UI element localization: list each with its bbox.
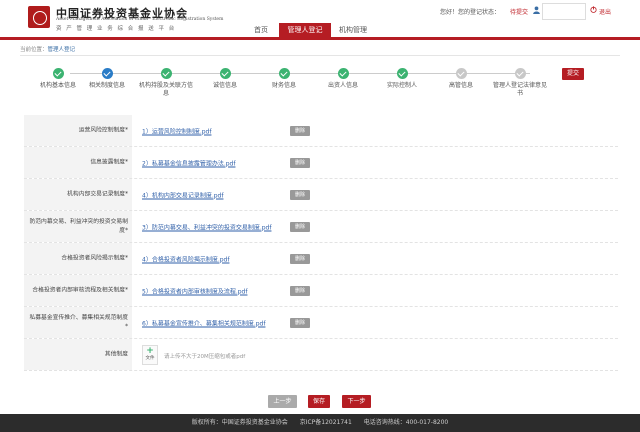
delete-button[interactable]: 删除 [290, 253, 310, 264]
save-button[interactable]: 保存 [308, 395, 330, 408]
check-icon [337, 68, 349, 79]
form-row: 运营风险控制制度* 1）运营风险控制制度.pdf 删除 [24, 115, 618, 147]
form-row: 防范内幕交易、利益冲突的投资交易制度* 3）防范内幕交易、利益冲突的投资交易制度… [24, 211, 618, 243]
site-header: 中国证券投资基金业协会 Asset Management Association… [0, 0, 640, 37]
delete-button[interactable]: 删除 [290, 221, 310, 232]
field-label: 运营风险控制制度* [78, 127, 128, 133]
progress-steps: 机构基本信息 相关制度信息 机构持股及关联方信息 诚信信息 财务信息 出资人信息… [30, 66, 590, 106]
form-row-other: 其他制度 + 文件 请上传不大于20M压缩包或者pdf [24, 339, 618, 371]
field-label: 信息披露制度* [90, 159, 128, 165]
field-label: 防范内幕交易、利益冲突的投资交易制度* [29, 218, 128, 234]
power-icon[interactable] [590, 6, 597, 13]
platform-subtitle: 资 产 管 理 业 务 综 合 报 送 平 台 [56, 26, 176, 32]
add-file-button[interactable]: + 文件 [142, 345, 158, 365]
step-label: 相关制度信息 [88, 82, 125, 89]
check-icon [101, 68, 113, 79]
delete-button[interactable]: 删除 [290, 125, 310, 136]
file-link[interactable]: 4）合格投资者风险揭示制度.pdf [142, 254, 229, 263]
field-label: 私募基金宣传推介、募集相关规范制度* [29, 314, 128, 330]
prev-step-button[interactable]: 上一步 [268, 395, 297, 408]
add-file-label: 文件 [145, 356, 155, 361]
form-row: 私募基金宣传推介、募集相关规范制度* 6）私募基金宣传推介、募集相关规范制度.p… [24, 307, 618, 339]
file-link[interactable]: 6）私募基金宣传推介、募集相关规范制度.pdf [142, 318, 265, 327]
upload-hint: 请上传不大于20M压缩包或者pdf [164, 354, 246, 360]
check-icon [455, 68, 467, 79]
user-icon [533, 6, 540, 14]
registration-status-value: 待提交 [510, 9, 529, 16]
breadcrumb-prefix: 当前位置： [20, 47, 48, 53]
file-link[interactable]: 1）运营风险控制制度.pdf [142, 126, 211, 135]
nav-institution-management[interactable]: 机构管理 [332, 23, 374, 37]
form-row: 合格投资者内部审核流程及相关制度* 5）合格投资者内部审核制度及流程.pdf 删… [24, 275, 618, 307]
check-icon [278, 68, 290, 79]
file-link[interactable]: 5）合格投资者内部审核制度及流程.pdf [142, 286, 247, 295]
step-shareholding[interactable]: 机构持股及关联方信息 [138, 66, 194, 98]
username-box [542, 3, 586, 20]
step-label: 管理人登记法律意见书 [492, 82, 547, 97]
step-legal-opinion[interactable]: 管理人登记法律意见书 [492, 66, 548, 98]
form-row: 信息披露制度* 2）私募基金信息披露管理办法.pdf 删除 [24, 147, 618, 179]
submit-button[interactable]: 提交 [562, 68, 584, 80]
nav-home[interactable]: 首页 [244, 23, 278, 37]
delete-button[interactable]: 删除 [290, 157, 310, 168]
form-row: 机构内部交易记录制度* 4）机构内部交易记录制度.pdf 删除 [24, 179, 618, 211]
step-label: 高管信息 [448, 82, 473, 89]
step-label: 机构持股及关联方信息 [138, 82, 193, 97]
policy-upload-form: 运营风险控制制度* 1）运营风险控制制度.pdf 删除 信息披露制度* 2）私募… [24, 115, 618, 371]
step-controller[interactable]: 实际控制人 [374, 66, 430, 90]
breadcrumb: 当前位置：管理人登记 [20, 45, 620, 56]
step-basic-info[interactable]: 机构基本信息 [30, 66, 86, 90]
registration-status-label: 您好！您的登记状态： [440, 9, 501, 16]
step-investors[interactable]: 出资人信息 [315, 66, 371, 90]
next-step-button[interactable]: 下一步 [342, 395, 371, 408]
association-logo-icon [28, 6, 50, 28]
footer-hotline: 电话咨询热线：400-017-8200 [363, 419, 449, 426]
delete-button[interactable]: 删除 [290, 189, 310, 200]
field-label: 机构内部交易记录制度* [67, 191, 128, 197]
field-label: 其他制度 [104, 351, 128, 357]
check-icon [160, 68, 172, 79]
delete-button[interactable]: 删除 [290, 317, 310, 328]
step-integrity[interactable]: 诚信信息 [197, 66, 253, 90]
check-icon [514, 68, 526, 79]
step-label: 财务信息 [271, 82, 296, 89]
file-link[interactable]: 3）防范内幕交易、利益冲突的投资交易制度.pdf [142, 222, 271, 231]
plus-icon: + [146, 346, 154, 356]
logout-link[interactable]: 退出 [599, 7, 611, 16]
check-icon [396, 68, 408, 79]
field-label: 合格投资者内部审核流程及相关制度* [32, 287, 128, 293]
file-link[interactable]: 4）机构内部交易记录制度.pdf [142, 190, 223, 199]
step-financial[interactable]: 财务信息 [256, 66, 312, 90]
file-link[interactable]: 2）私募基金信息披露管理办法.pdf [142, 158, 235, 167]
footer-icp: 京ICP备12021741 [299, 419, 352, 426]
site-footer: 版权所有：中国证券投资基金业协会 京ICP备12021741 电话咨询热线：40… [0, 414, 640, 432]
step-label: 诚信信息 [212, 82, 237, 89]
form-row: 合格投资者风险揭示制度* 4）合格投资者风险揭示制度.pdf 删除 [24, 243, 618, 275]
check-icon [52, 68, 64, 79]
step-executives[interactable]: 高管信息 [433, 66, 489, 90]
delete-button[interactable]: 删除 [290, 285, 310, 296]
breadcrumb-link[interactable]: 管理人登记 [48, 47, 76, 53]
field-label: 合格投资者风险揭示制度* [61, 255, 128, 261]
step-label: 机构基本信息 [39, 82, 76, 89]
step-label: 出资人信息 [327, 82, 358, 89]
header-divider [0, 37, 640, 40]
nav-manager-registration[interactable]: 管理人登记 [279, 23, 331, 37]
check-icon [219, 68, 231, 79]
step-label: 实际控制人 [386, 82, 417, 89]
org-name-en: Asset Management Association of China · … [56, 17, 224, 22]
footer-copyright: 版权所有：中国证券投资基金业协会 [191, 419, 288, 426]
step-policies[interactable]: 相关制度信息 [79, 66, 135, 90]
